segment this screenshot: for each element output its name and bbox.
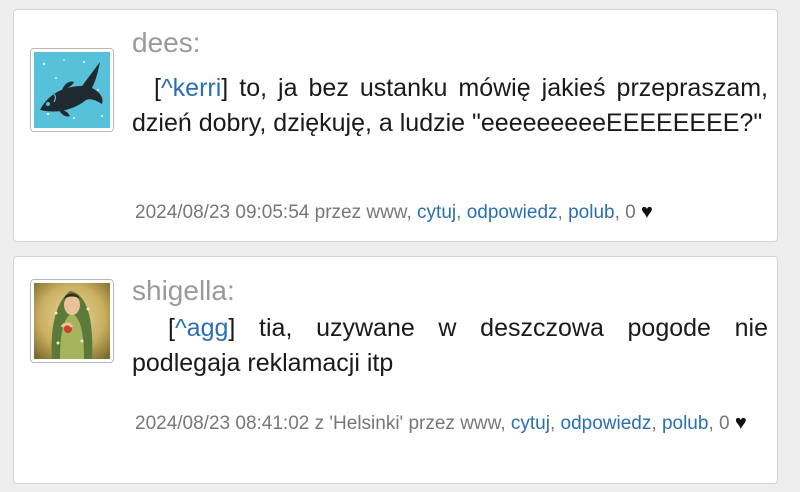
quote-link[interactable]: cytuj [417, 202, 456, 223]
painting-avatar [34, 283, 110, 359]
comment-card: dees: [^kerri] to, ja bez ustanku mówię … [13, 9, 778, 242]
reply-to-link[interactable]: ^agg [175, 314, 228, 342]
comment-meta: 2024/08/23 09:05:54 przez www, cytuj, od… [135, 201, 653, 223]
reply-to-link[interactable]: ^kerri [161, 74, 221, 102]
reply-bracket-open: [ [154, 74, 161, 102]
heart-icon: ♥ [641, 201, 653, 223]
comment-author[interactable]: dees: [132, 27, 201, 59]
comment-date: 2024/08/23 08:41:02 [135, 413, 310, 434]
comment-text: [^agg] tia, uzywane w deszczowa pogode n… [132, 311, 768, 381]
like-count: 0 [719, 413, 730, 434]
reply-bracket-open: [ [168, 314, 175, 342]
comment-date: 2024/08/23 09:05:54 [135, 202, 310, 223]
like-count: 0 [625, 202, 636, 223]
fish-icon [34, 52, 110, 128]
comment-location: z 'Helsinki' [314, 413, 404, 434]
comment-source: przez www, [314, 202, 412, 223]
comment-text: [^kerri] to, ja bez ustanku mówię jakieś… [132, 71, 768, 141]
comment-source: przez www, [408, 413, 506, 434]
reply-link[interactable]: odpowiedz [467, 202, 558, 223]
comment-author[interactable]: shigella: [132, 275, 235, 307]
heart-icon: ♥ [734, 412, 747, 434]
comment-card: shigella: [^agg] tia, uzywane w deszczow… [13, 256, 778, 484]
quote-link[interactable]: cytuj [511, 413, 550, 434]
comment-meta: 2024/08/23 08:41:02 z 'Helsinki' przez w… [135, 412, 747, 434]
avatar[interactable] [30, 279, 114, 363]
like-link[interactable]: polub [568, 202, 615, 223]
comment-body: to, ja bez ustanku mówię jakieś przepras… [132, 74, 768, 137]
avatar[interactable] [30, 48, 114, 132]
reply-link[interactable]: odpowiedz [561, 413, 652, 434]
like-link[interactable]: polub [662, 413, 709, 434]
